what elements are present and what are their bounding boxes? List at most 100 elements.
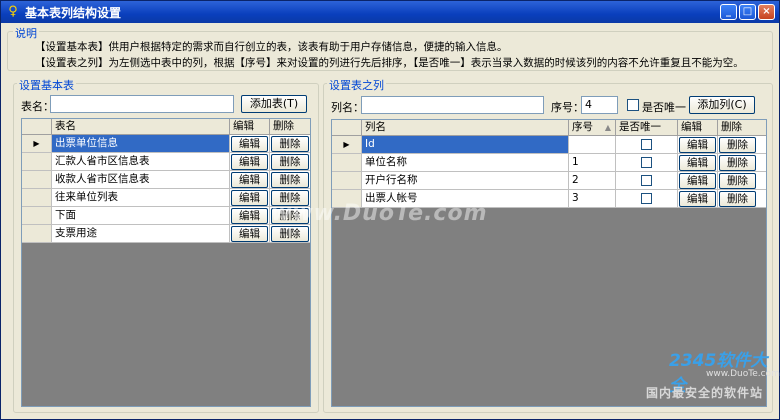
- row-header: ▶: [332, 136, 362, 154]
- sort-ascending-icon: ▲: [604, 123, 611, 132]
- table-row[interactable]: 往来单位列表 编辑 删除: [22, 189, 310, 207]
- column-name-label: 列名：: [331, 101, 364, 114]
- column-header-sequence[interactable]: 序号 ▲: [569, 120, 616, 136]
- table-name-input[interactable]: [50, 95, 234, 113]
- unique-cell: [616, 172, 678, 190]
- column-grid-header: 列名 序号 ▲ 是否唯一 编辑 删除: [332, 120, 766, 136]
- edit-button[interactable]: 编辑: [231, 190, 268, 206]
- table-row[interactable]: 汇款人省市区信息表 编辑 删除: [22, 153, 310, 171]
- column-header-delete[interactable]: 删除: [270, 119, 310, 135]
- table-row[interactable]: 下面 编辑 删除: [22, 207, 310, 225]
- edit-button[interactable]: 编辑: [679, 137, 716, 153]
- column-name-input[interactable]: [361, 96, 544, 114]
- table-name-cell[interactable]: 收款人省市区信息表: [52, 171, 230, 189]
- sequence-label: 序号：: [551, 101, 584, 114]
- column-header-column-name[interactable]: 列名: [362, 120, 569, 136]
- app-icon: ♀: [8, 4, 18, 19]
- edit-cell: 编辑: [230, 135, 270, 153]
- delete-button[interactable]: 删除: [719, 191, 756, 207]
- column-row[interactable]: 开户行名称 2 编辑 删除: [332, 172, 766, 190]
- watermark-url: www.DuoTe.com: [706, 369, 780, 379]
- column-name-cell[interactable]: 单位名称: [362, 154, 569, 172]
- unique-label: 是否唯一: [642, 101, 686, 114]
- delete-button[interactable]: 删除: [271, 136, 309, 152]
- column-row[interactable]: ▶ Id 编辑 删除: [332, 136, 766, 154]
- row-header: [332, 154, 362, 172]
- edit-cell: 编辑: [678, 136, 718, 154]
- column-header-edit[interactable]: 编辑: [678, 120, 718, 136]
- delete-button[interactable]: 删除: [719, 155, 756, 171]
- edit-cell: 编辑: [230, 153, 270, 171]
- watermark-tagline: 国内最安全的软件站: [646, 386, 764, 400]
- unique-row-checkbox[interactable]: [641, 139, 652, 150]
- table-row[interactable]: ▶ 出票单位信息 编辑 删除: [22, 135, 310, 153]
- edit-button[interactable]: 编辑: [231, 136, 268, 152]
- unique-cell: [616, 136, 678, 154]
- edit-button[interactable]: 编辑: [679, 155, 716, 171]
- delete-button[interactable]: 删除: [719, 173, 756, 189]
- edit-button[interactable]: 编辑: [679, 191, 716, 207]
- window-title: 基本表列结构设置: [25, 5, 122, 20]
- delete-button[interactable]: 删除: [271, 172, 309, 188]
- unique-cell: [616, 190, 678, 208]
- edit-button[interactable]: 编辑: [679, 173, 716, 189]
- table-name-cell[interactable]: 往来单位列表: [52, 189, 230, 207]
- edit-cell: 编辑: [678, 190, 718, 208]
- table-grid[interactable]: 表名 编辑 删除 ▶ 出票单位信息 编辑 删除 汇款人省市区信息表 编辑 删除 收款人省市区信…: [21, 118, 311, 407]
- column-name-cell[interactable]: Id: [362, 136, 569, 154]
- table-name-cell[interactable]: 出票单位信息: [52, 135, 230, 153]
- delete-button[interactable]: 删除: [719, 137, 756, 153]
- edit-button[interactable]: 编辑: [231, 154, 268, 170]
- description-line-2: 【设置表之列】为左侧选中表中的列，根据【序号】来对设置的列进行先后排序，【是否唯…: [35, 57, 744, 69]
- column-header-unique[interactable]: 是否唯一: [616, 120, 678, 136]
- row-header: [22, 225, 52, 243]
- row-header: [22, 171, 52, 189]
- column-row[interactable]: 单位名称 1 编辑 删除: [332, 154, 766, 172]
- watermark-center: www.DuoTe.com: [271, 201, 488, 226]
- delete-button[interactable]: 删除: [271, 226, 309, 242]
- column-name-cell[interactable]: 开户行名称: [362, 172, 569, 190]
- table-name-cell[interactable]: 下面: [52, 207, 230, 225]
- delete-cell: 删除: [718, 190, 766, 208]
- unique-row-checkbox[interactable]: [641, 175, 652, 186]
- table-row[interactable]: 收款人省市区信息表 编辑 删除: [22, 171, 310, 189]
- close-button[interactable]: ×: [758, 4, 775, 20]
- maximize-button[interactable]: □: [739, 4, 756, 20]
- sequence-cell[interactable]: 2: [569, 172, 616, 190]
- edit-button[interactable]: 编辑: [231, 208, 268, 224]
- table-name-cell[interactable]: 汇款人省市区信息表: [52, 153, 230, 171]
- unique-row-checkbox[interactable]: [641, 157, 652, 168]
- delete-cell: 删除: [270, 225, 310, 243]
- row-header: [22, 189, 52, 207]
- column-header-delete[interactable]: 删除: [718, 120, 766, 136]
- edit-cell: 编辑: [230, 189, 270, 207]
- row-header: [22, 207, 52, 225]
- delete-cell: 删除: [718, 172, 766, 190]
- add-table-button[interactable]: 添加表(T): [241, 95, 307, 113]
- delete-button[interactable]: 删除: [271, 154, 309, 170]
- edit-cell: 编辑: [230, 207, 270, 225]
- current-row-indicator-icon: ▶: [343, 140, 350, 149]
- table-name-cell[interactable]: 支票用途: [52, 225, 230, 243]
- sequence-cell[interactable]: [569, 136, 616, 154]
- add-column-button[interactable]: 添加列(C): [689, 96, 755, 114]
- delete-cell: 删除: [270, 153, 310, 171]
- unique-row-checkbox[interactable]: [641, 193, 652, 204]
- sequence-cell[interactable]: 1: [569, 154, 616, 172]
- minimize-button[interactable]: _: [720, 4, 737, 20]
- table-row[interactable]: 支票用途 编辑 删除: [22, 225, 310, 243]
- column-header-edit[interactable]: 编辑: [230, 119, 270, 135]
- sequence-cell[interactable]: 3: [569, 190, 616, 208]
- unique-checkbox[interactable]: [627, 99, 639, 111]
- edit-button[interactable]: 编辑: [231, 226, 268, 242]
- delete-cell: 删除: [718, 136, 766, 154]
- row-header: ▶: [22, 135, 52, 153]
- edit-button[interactable]: 编辑: [231, 172, 268, 188]
- title-bar[interactable]: ♀ 基本表列结构设置 _ □ ×: [1, 1, 779, 23]
- basic-table-group-title: 设置基本表: [17, 77, 76, 93]
- column-header-table-name[interactable]: 表名: [52, 119, 230, 135]
- edit-cell: 编辑: [678, 172, 718, 190]
- sequence-input[interactable]: 4: [581, 96, 618, 114]
- row-header: [332, 172, 362, 190]
- row-header-column: [22, 119, 52, 135]
